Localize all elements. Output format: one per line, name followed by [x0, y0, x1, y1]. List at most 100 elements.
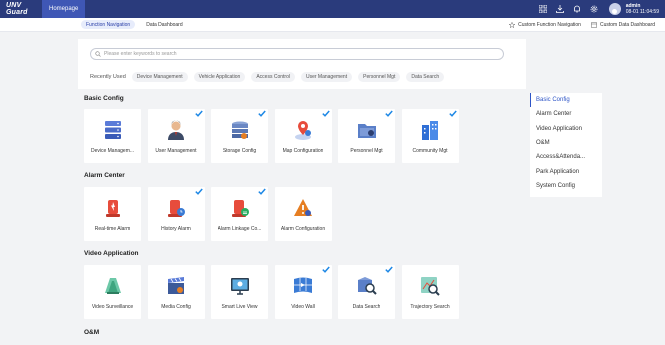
custom-function-navigation-link[interactable]: Custom Function Navigation — [509, 22, 581, 28]
data-search-icon — [357, 277, 377, 295]
card-history-alarm[interactable]: History Alarm — [147, 187, 205, 241]
basic-config-cards: Device Managem... User Management Storag… — [84, 109, 465, 163]
check-icon — [194, 110, 203, 117]
custom-dashboard-label: Custom Data Dashboard — [599, 22, 655, 28]
trajectory-icon — [421, 277, 440, 296]
card-alarm-linkage-config[interactable]: Alarm Linkage Co... — [211, 187, 268, 241]
user-datetime: 08-01 11:04:59 — [625, 9, 659, 15]
map-pin-icon — [295, 121, 311, 140]
card-label: Real-time Alarm — [94, 226, 131, 232]
card-label: Video Wall — [291, 304, 315, 310]
top-bar: UNV Guard Homepage admin 08-01 11:04:59 — [0, 0, 665, 18]
card-label: Data Search — [352, 304, 381, 310]
clapper-icon — [168, 277, 184, 294]
card-storage-config[interactable]: Storage Config — [211, 109, 268, 163]
alarm-center-cards: Real-time Alarm History Alarm Alarm Link… — [84, 187, 338, 241]
card-personnel-mgt[interactable]: Personnel Mgt — [338, 109, 395, 163]
custom-function-label: Custom Function Navigation — [518, 22, 581, 28]
card-data-search[interactable]: Data Search — [338, 265, 395, 319]
homepage-tab[interactable]: Homepage — [42, 0, 86, 18]
card-label: Video Surveillance — [91, 304, 134, 310]
dashboard-icon — [591, 22, 597, 28]
card-label: Storage Config — [222, 148, 257, 154]
avatar[interactable] — [608, 3, 621, 15]
tab-data-dashboard[interactable]: Data Dashboard — [141, 20, 187, 29]
check-icon — [321, 266, 330, 273]
recently-used-label: Recently Used — [90, 74, 126, 80]
bell-icon[interactable] — [571, 0, 583, 18]
index-item-system-config[interactable]: System Config — [530, 179, 602, 193]
card-real-time-alarm[interactable]: Real-time Alarm — [84, 187, 141, 241]
card-user-management[interactable]: User Management — [147, 109, 205, 163]
video-application-cards: Video Surveillance Media Config Smart Li… — [84, 265, 465, 319]
section-title-video-application: Video Application — [84, 250, 139, 257]
search-panel: Please enter keywords to search Recently… — [78, 39, 526, 89]
storage-icon — [231, 121, 248, 139]
alarm-linkage-icon — [231, 200, 249, 217]
index-item-om[interactable]: O&M — [530, 136, 602, 150]
alarm-history-icon — [168, 200, 185, 217]
check-icon — [385, 110, 393, 117]
section-title-om: O&M — [84, 329, 100, 336]
card-media-config[interactable]: Media Config — [147, 265, 205, 319]
card-video-wall[interactable]: Video Wall — [274, 265, 332, 319]
card-label: Alarm Configuration — [280, 226, 326, 232]
recent-chip[interactable]: Access Control — [251, 72, 295, 82]
card-label: History Alarm — [161, 226, 191, 232]
search-input[interactable]: Please enter keywords to search — [90, 48, 504, 60]
grid-icon[interactable] — [537, 0, 549, 18]
tab-function-navigation[interactable]: Function Navigation — [81, 20, 136, 29]
search-placeholder: Please enter keywords to search — [104, 51, 177, 57]
sub-navigation: Function Navigation Data Dashboard Custo… — [0, 18, 665, 32]
download-icon[interactable] — [554, 0, 566, 18]
card-trajectory-search[interactable]: Trajectory Search — [401, 265, 459, 319]
card-community-mgt[interactable]: Community Mgt — [401, 109, 459, 163]
recent-chip[interactable]: Vehicle Application — [193, 72, 246, 82]
card-label: Community Mgt — [412, 148, 448, 154]
card-alarm-configuration[interactable]: Alarm Configuration — [274, 187, 332, 241]
folder-icon — [357, 124, 376, 138]
card-label: Map Configuration — [282, 148, 324, 154]
search-icon — [95, 51, 101, 57]
server-icon — [104, 121, 121, 139]
section-title-alarm-center: Alarm Center — [84, 172, 125, 179]
check-icon — [321, 110, 330, 117]
card-label: Media Config — [161, 304, 191, 310]
app-logo: UNV Guard — [6, 2, 28, 16]
check-icon — [258, 110, 266, 117]
recent-chip[interactable]: Data Search — [406, 72, 445, 82]
card-label: Smart Live View — [221, 304, 258, 310]
check-icon — [385, 266, 393, 273]
index-item-video-application[interactable]: Video Application — [530, 122, 602, 136]
card-label: Trajectory Search — [410, 304, 450, 310]
index-item-park-application[interactable]: Park Application — [530, 164, 602, 178]
index-item-basic-config[interactable]: Basic Config — [530, 93, 602, 108]
card-label: Device Managem... — [90, 148, 135, 154]
warning-icon — [294, 199, 312, 216]
index-item-alarm-center[interactable]: Alarm Center — [530, 107, 602, 121]
check-icon — [448, 110, 457, 117]
main-content: Please enter keywords to search Recently… — [78, 33, 526, 345]
custom-data-dashboard-link[interactable]: Custom Data Dashboard — [591, 22, 655, 28]
index-item-access-attendance[interactable]: Access&Attenda... — [530, 150, 602, 164]
recent-chip[interactable]: Device Management — [131, 72, 188, 82]
check-icon — [194, 188, 203, 195]
card-video-surveillance[interactable]: Video Surveillance — [84, 265, 141, 319]
recent-chip[interactable]: User Management — [300, 72, 353, 82]
section-title-basic-config: Basic Config — [84, 95, 124, 102]
video-wall-icon — [294, 277, 312, 293]
monitor-icon — [230, 278, 249, 295]
card-map-configuration[interactable]: Map Configuration — [274, 109, 332, 163]
card-smart-live-view[interactable]: Smart Live View — [211, 265, 268, 319]
recently-used: Recently Used Device Management Vehicle … — [90, 72, 450, 82]
settings-icon[interactable] — [588, 0, 600, 18]
card-label: Alarm Linkage Co... — [217, 226, 262, 232]
card-device-management[interactable]: Device Managem... — [84, 109, 141, 163]
building-icon — [422, 121, 438, 140]
recent-chip[interactable]: Personnel Mgt — [358, 72, 401, 82]
check-icon — [258, 188, 266, 195]
user-icon — [168, 120, 184, 140]
alarm-icon — [105, 200, 120, 217]
user-info[interactable]: admin 08-01 11:04:59 — [626, 3, 659, 15]
video-icon — [104, 278, 121, 294]
